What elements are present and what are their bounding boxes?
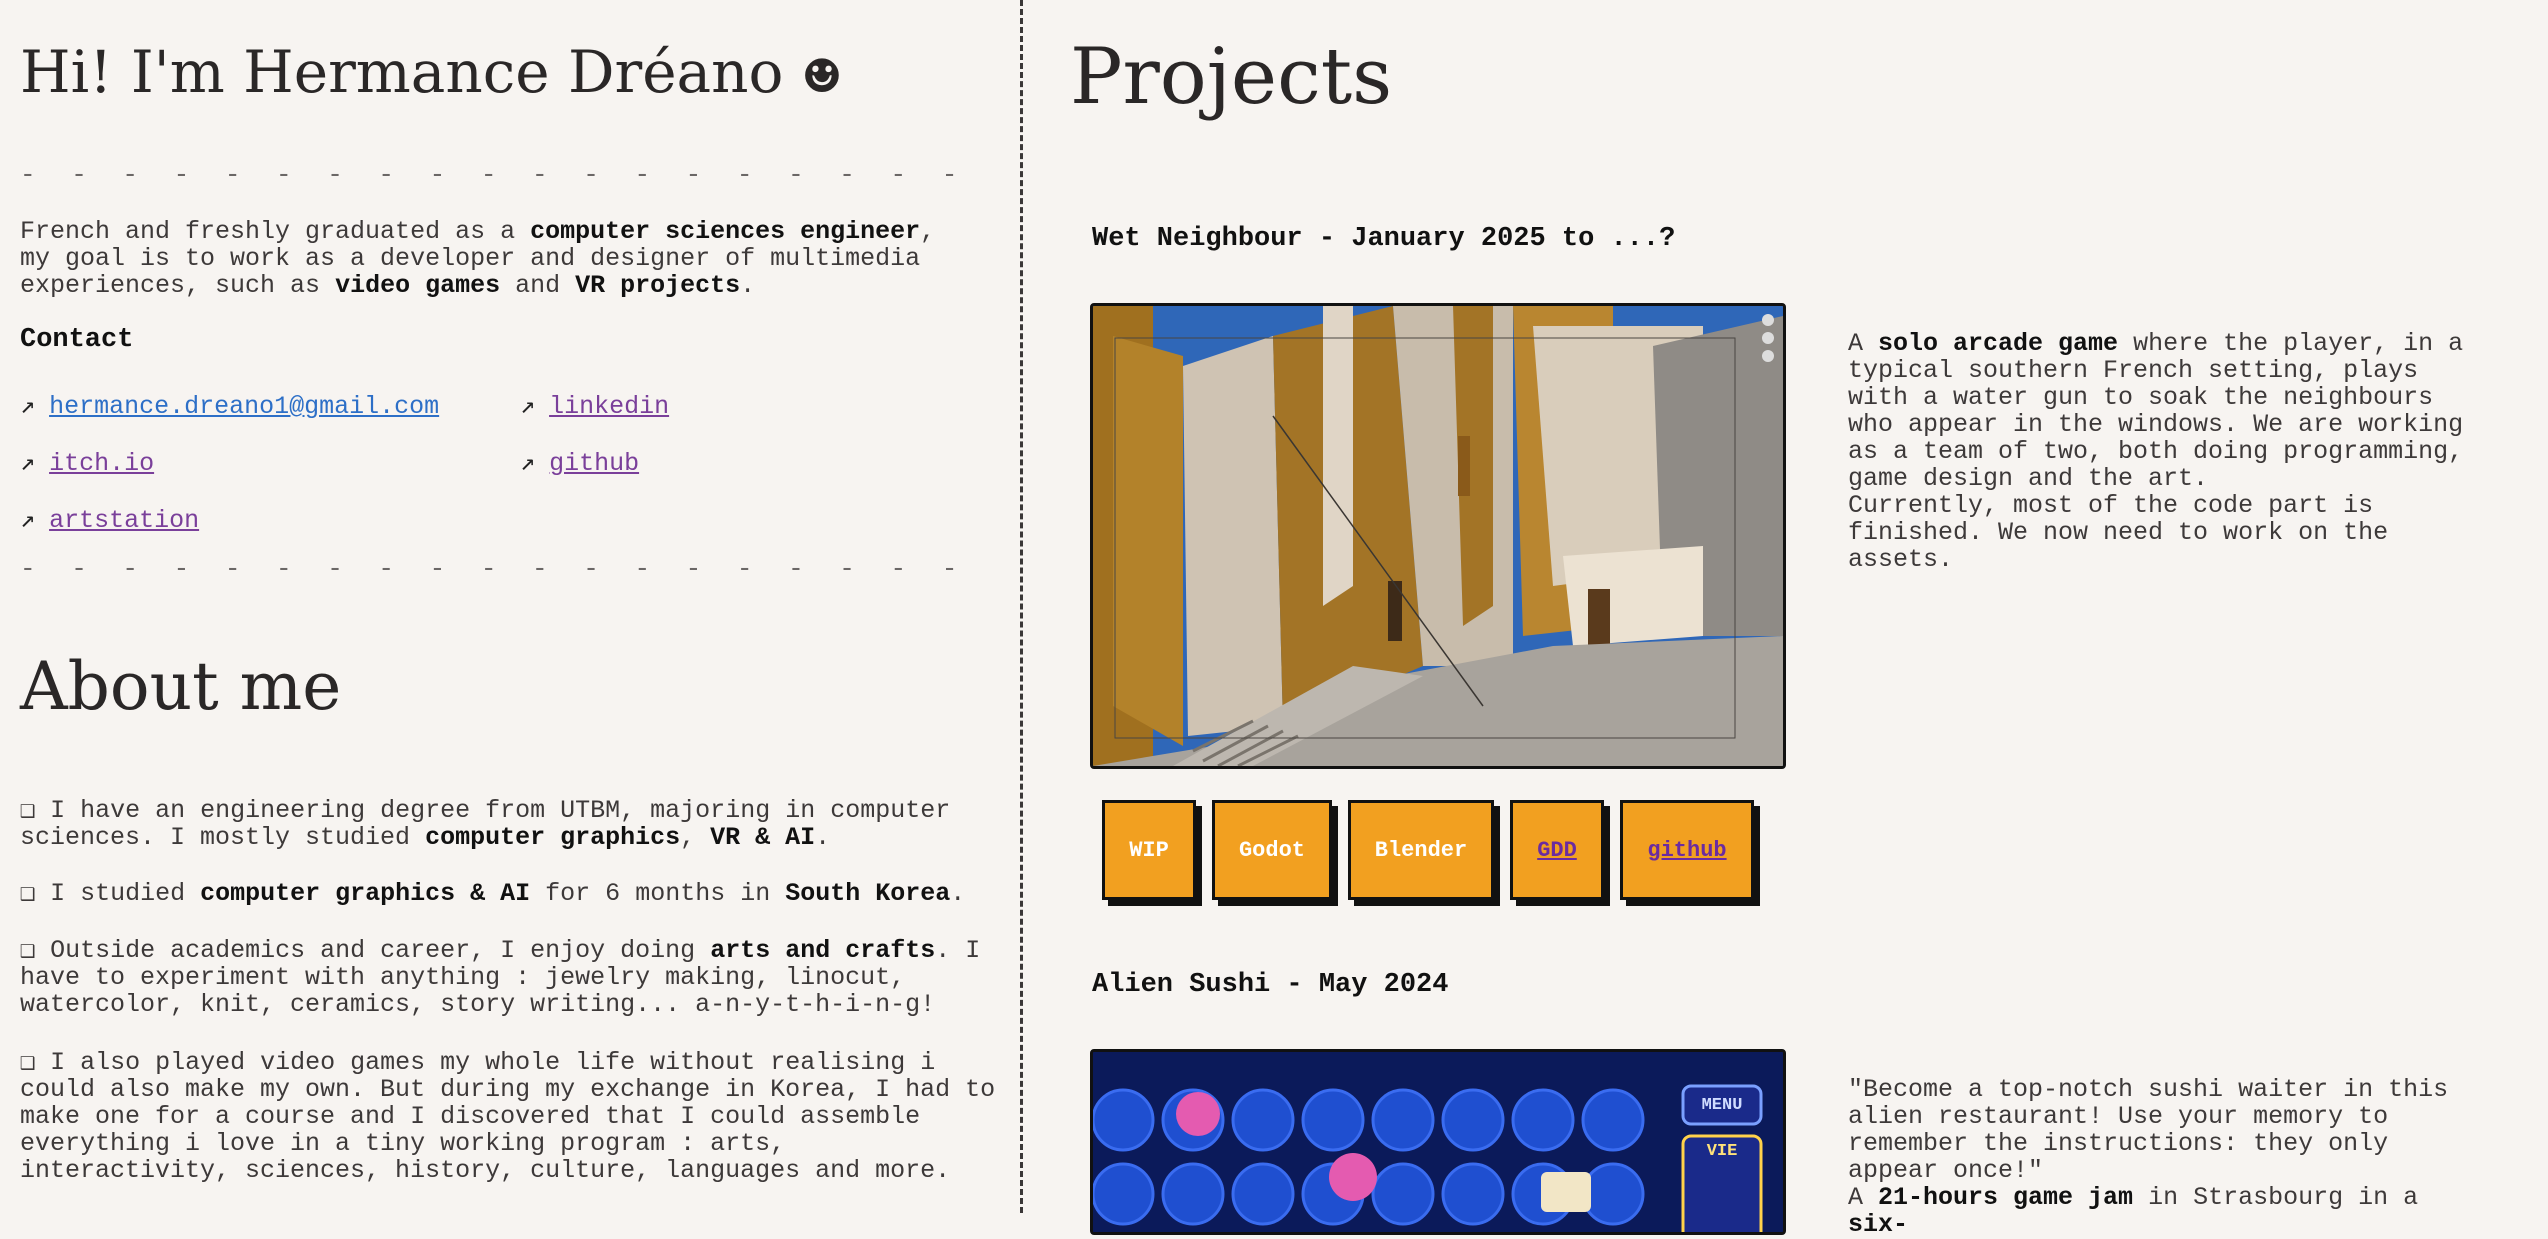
tag-godot: Godot [1212,800,1332,900]
page-title: Hi! I'm Hermance Dréano ☻ [20,38,843,106]
about-text: , [680,823,711,852]
divider-dashes: - - - - - - - - - - - - - - - - - - - - … [20,160,960,190]
profile-column: Hi! I'm Hermance Dréano ☻ - - - - - - - -… [0,0,1020,1213]
gdd-link-button[interactable]: GDD [1510,800,1604,900]
about-item: ❑ I have an engineering degree from UTBM… [20,797,1000,851]
project-title: Wet Neighbour - January 2025 to ...? [1092,224,1676,254]
external-link-icon: ↗ [520,449,536,478]
artstation-link[interactable]: artstation [49,506,199,535]
linkedin-link[interactable]: linkedin [549,392,669,421]
contact-heading: Contact [20,325,134,355]
about-bold: computer graphics [425,823,681,852]
contact-github: ↗ github [520,447,639,478]
alien-sushi-screenshot: MENU VIE [1090,1049,1786,1235]
divider-dashes: - - - - - - - - - - - - - - - - - - - - … [20,554,960,584]
itch-link[interactable]: itch.io [49,449,154,478]
checkbox-icon: ❑ [20,879,36,908]
about-text: . [950,879,966,908]
external-link-icon: ↗ [20,449,36,478]
about-item: ❑ I also played video games my whole lif… [20,1049,1000,1184]
tag-wip: WIP [1102,800,1196,900]
contact-itch: ↗ itch.io [20,447,154,478]
menu-label: MENU [1701,1095,1743,1115]
wet-neighbour-screenshot [1090,303,1786,769]
project-title: Alien Sushi - May 2024 [1092,970,1449,1000]
desc-bold: solo arcade game [1878,329,2119,358]
project-description: "Become a top-notch sushi waiter in this… [1848,1076,2488,1238]
about-heading: About me [20,648,342,725]
intro-bold: video games [335,271,501,300]
intro-part: . [740,271,756,300]
about-bold: South Korea [785,879,951,908]
eye-icon [1762,332,1774,344]
intro-part: French and freshly graduated as a [20,217,531,246]
about-item: ❑ I studied computer graphics & AI for 6… [20,880,1000,907]
github-link[interactable]: github [549,449,639,478]
contact-email: ↗ hermance.dreano1@gmail.com [20,390,439,421]
contact-artstation: ↗ artstation [20,504,199,535]
email-link[interactable]: hermance.dreano1@gmail.com [49,392,439,421]
desc-bold: six- [1848,1210,1909,1239]
about-text: I also played video games my whole life … [20,1048,996,1185]
desc-text: A [1848,1183,1879,1212]
checkbox-icon: ❑ [20,796,36,825]
about-bold: arts and crafts [710,936,936,965]
desc-bold: 21-hours game jam [1878,1183,2134,1212]
github-link-button[interactable]: github [1620,800,1754,900]
projects-column: Projects Wet Neighbour - January 2025 to… [1024,0,2548,1238]
about-bold: VR & AI [710,823,816,852]
desc-text: A [1848,329,1879,358]
lives-label: VIE [1706,1142,1738,1161]
checkbox-icon: ❑ [20,1048,36,1077]
about-bold: computer graphics & AI [200,879,531,908]
lock-icon [1762,350,1774,362]
external-link-icon: ↗ [20,506,36,535]
checkbox-icon: ❑ [20,936,36,965]
projects-heading: Projects [1070,32,1393,122]
external-link-icon: ↗ [520,392,536,421]
tag-blender: Blender [1348,800,1494,900]
street-scene-image [1093,306,1783,766]
intro-part: and [500,271,576,300]
contact-linkedin: ↗ linkedin [520,390,669,421]
intro-bold: VR projects [575,271,741,300]
column-divider [1020,0,1023,1213]
about-item: ❑ Outside academics and career, I enjoy … [20,937,1000,1018]
page-title-text: Hi! I'm Hermance Dréano [20,38,784,106]
external-link-icon: ↗ [20,392,36,421]
smile-icon: ☻ [801,49,843,103]
hand-icon [1762,314,1774,326]
about-text: Outside academics and career, I enjoy do… [50,936,711,965]
about-text: . [815,823,831,852]
desc-text: in Strasbourg in a [2133,1183,2419,1212]
intro-bold: computer sciences engineer [530,217,921,246]
about-text: I studied [50,879,201,908]
about-text: for 6 months in [530,879,786,908]
project-description: A solo arcade game where the player, in … [1848,330,2488,573]
intro-text: French and freshly graduated as a comput… [20,218,980,299]
desc-text: Currently, most of the code part is fini… [1848,491,2389,574]
desc-text: "Become a top-notch sushi waiter in this… [1848,1075,2449,1185]
sushi-game-image [1093,1052,1783,1232]
